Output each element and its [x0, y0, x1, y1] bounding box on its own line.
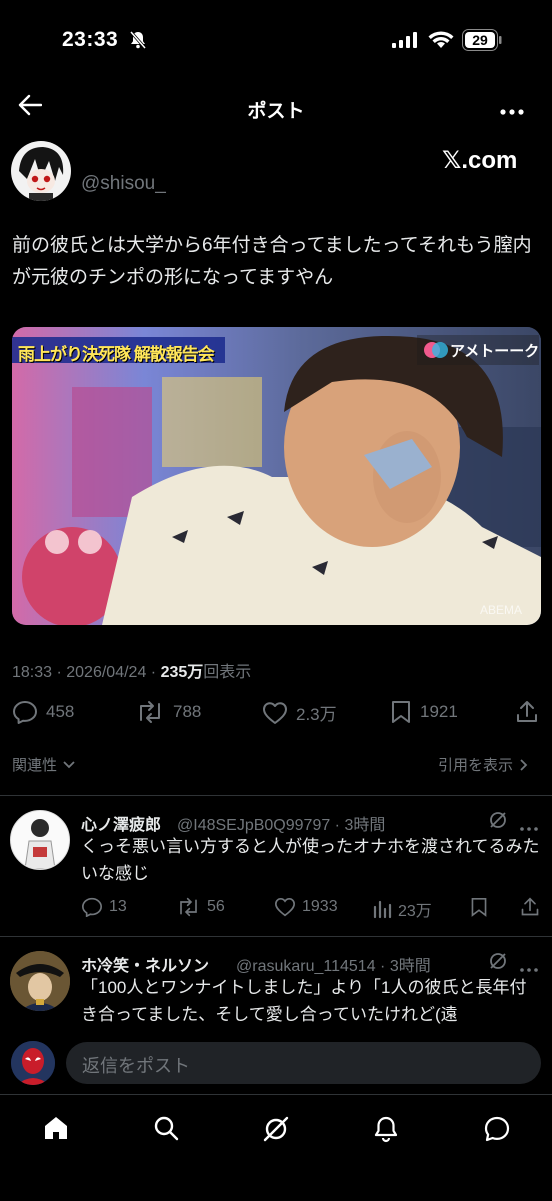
banner-text: 雨上がり決死隊 解散報告会 — [18, 345, 215, 364]
reply-avatar[interactable] — [10, 810, 70, 870]
views-chart-icon — [373, 900, 392, 919]
reply-views-button[interactable]: 23万 — [372, 897, 432, 921]
nav-bar: ポスト — [0, 80, 552, 130]
tab-bar — [0, 1094, 552, 1201]
reply-item[interactable]: ホ冷笑・ネルソン @rasukaru_114514 · 3時間 「100人とワン… — [0, 937, 552, 1032]
bookmark-count: 1921 — [420, 702, 458, 721]
post-image[interactable]: 雨上がり決死隊 解散報告会 アメトーーク ABEMA — [12, 327, 541, 625]
reply-icon — [13, 701, 37, 724]
reply-author-handle[interactable]: @I48SEJpB0Q99797 · 3時間 — [177, 811, 385, 835]
heart-icon — [263, 701, 287, 724]
bookmark-button[interactable]: 1921 — [390, 700, 458, 724]
wifi-icon — [428, 30, 454, 55]
status-bar: 23:33 29 — [0, 0, 552, 80]
reply-item[interactable]: 心ノ澤疲郎 @I48SEJpB0Q99797 · 3時間 くっそ悪い言い方すると… — [0, 796, 552, 936]
reply-like-count: 1933 — [302, 898, 338, 915]
view-quotes-link[interactable]: 引用を表示 — [438, 754, 529, 775]
share-icon[interactable] — [520, 897, 540, 922]
reply-author-handle[interactable]: @rasukaru_114514 · 3時間 — [236, 952, 431, 976]
reply-repost-count: 56 — [207, 898, 225, 915]
heart-icon — [274, 897, 296, 917]
my-avatar[interactable] — [11, 1041, 55, 1085]
sort-label: 関連性 — [12, 757, 58, 774]
view-quotes-label: 引用を表示 — [438, 757, 514, 774]
post-timestamp: 18:33 · 2026/04/24 · — [12, 664, 161, 681]
post-text: 前の彼氏とは大学から6年付き合ってましたってそれもう膣内が元彼のチンポの形になっ… — [12, 235, 532, 288]
more-icon[interactable] — [500, 102, 524, 120]
home-icon[interactable] — [43, 1115, 69, 1146]
chevron-down-icon — [63, 760, 75, 768]
grok-icon[interactable] — [488, 951, 508, 976]
views-count: 235万 — [160, 664, 204, 681]
like-count: 2.3万 — [296, 705, 337, 724]
post-meta: 18:33 · 2026/04/24 · 235万回表示 — [12, 658, 251, 682]
clock: 23:33 — [62, 28, 119, 51]
reply-composer[interactable]: 返信をポスト — [66, 1042, 541, 1084]
chevron-right-icon — [520, 758, 528, 771]
author-avatar[interactable] — [11, 141, 71, 201]
repost-icon — [180, 897, 197, 917]
search-icon[interactable] — [153, 1115, 179, 1146]
reply-reply-button[interactable]: 13 — [81, 897, 127, 917]
mute-bell-icon — [128, 30, 148, 55]
reply-button[interactable]: 458 — [12, 700, 74, 724]
share-icon[interactable] — [515, 700, 539, 729]
reply-count: 458 — [46, 702, 75, 721]
repost-count: 788 — [173, 702, 202, 721]
composer-placeholder: 返信をポスト — [82, 1056, 190, 1076]
reply-author-name[interactable]: ホ冷笑・ネルソン — [81, 952, 209, 976]
battery-icon: 29 — [462, 29, 502, 51]
x-watermark: 𝕏.com — [442, 147, 518, 174]
repost-icon — [140, 701, 160, 723]
grok-icon[interactable] — [488, 810, 508, 835]
author-handle[interactable]: @shisou_ — [81, 173, 166, 195]
bell-icon[interactable] — [373, 1115, 399, 1148]
bookmark-icon[interactable] — [470, 897, 488, 922]
reply-views-count: 23万 — [398, 903, 432, 920]
like-button[interactable]: 2.3万 — [262, 700, 337, 725]
grok-icon[interactable] — [262, 1115, 290, 1148]
signal-icon — [392, 32, 418, 53]
page-title: ポスト — [247, 101, 305, 122]
reply-icon — [81, 897, 103, 917]
reply-author-name[interactable]: 心ノ澤疲郎 — [81, 811, 161, 835]
reply-repost-button[interactable]: 56 — [176, 897, 225, 917]
reply-text: 「100人とワンナイトしました」より「1人の彼氏と長年付き合ってました、そして愛… — [81, 978, 527, 1024]
corner-mark: ABEMA — [480, 603, 523, 617]
views-label: 回表示 — [203, 664, 252, 681]
sort-selector[interactable]: 関連性 — [12, 754, 76, 775]
bookmark-icon — [392, 701, 410, 723]
channel-logo: アメトーーク — [450, 343, 540, 360]
reply-like-button[interactable]: 1933 — [274, 897, 338, 917]
reply-reply-count: 13 — [109, 898, 127, 915]
messages-icon[interactable] — [483, 1115, 511, 1148]
reply-avatar[interactable] — [10, 951, 70, 1011]
reply-text: くっそ悪い言い方すると人が使ったオナホを渡されてるみたいな感じ — [81, 837, 540, 883]
battery-level: 29 — [472, 32, 488, 48]
repost-button[interactable]: 788 — [135, 700, 201, 724]
